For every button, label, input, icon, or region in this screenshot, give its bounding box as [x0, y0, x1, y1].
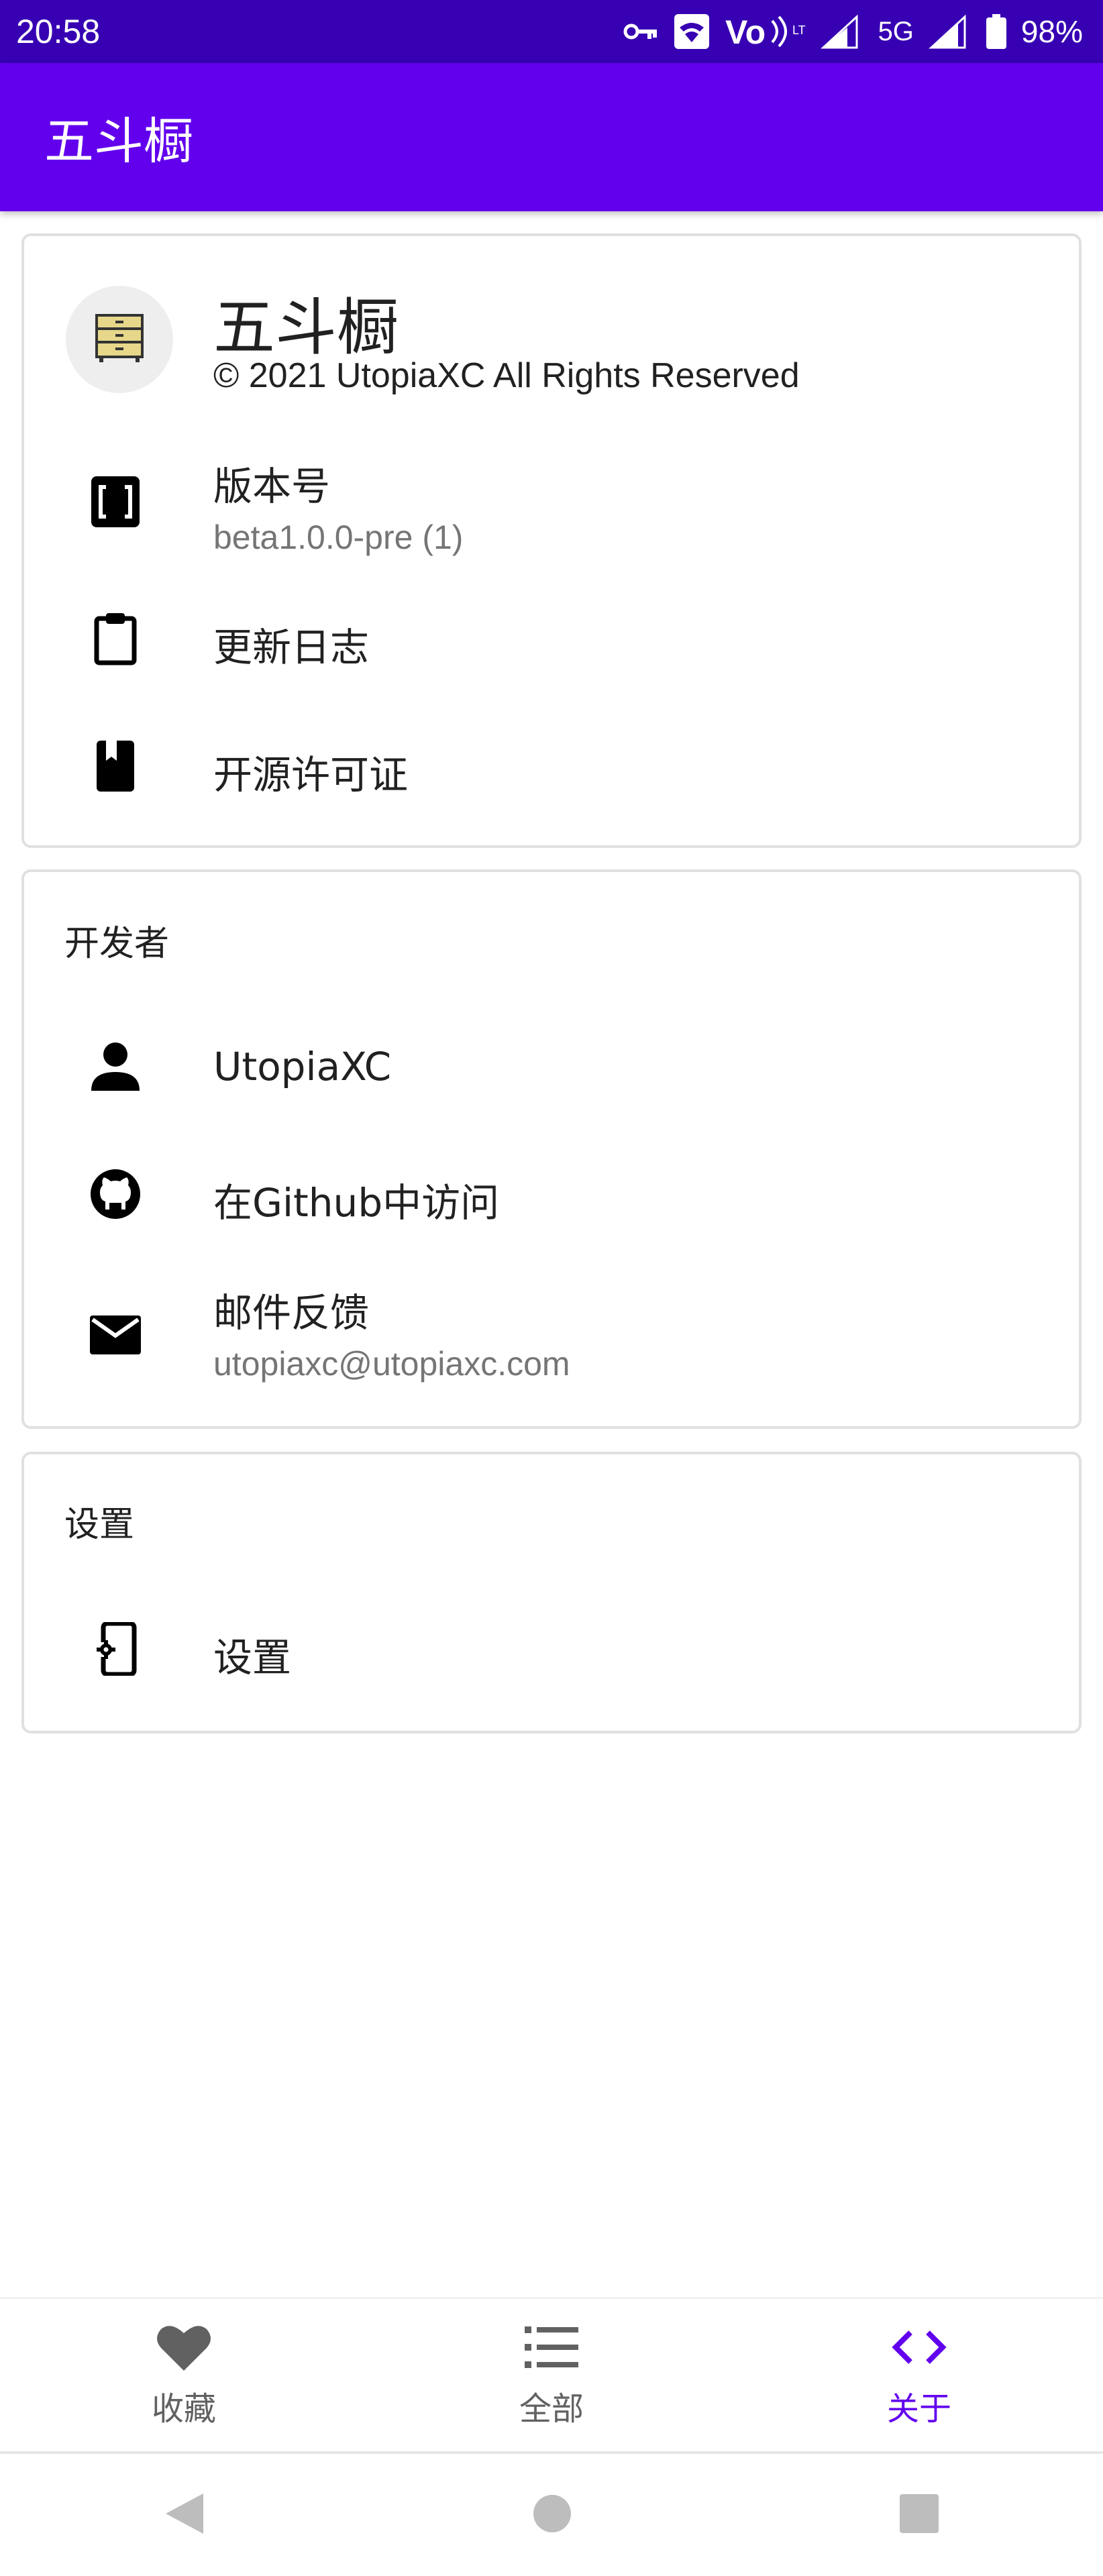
battery-percent: 98% — [1020, 14, 1083, 49]
svg-text:Vo: Vo — [725, 14, 766, 49]
about-card: 五斗橱 © 2021 UtopiaXC All Rights Reserved … — [21, 233, 1082, 848]
developer-name: UtopiaXC — [213, 1044, 392, 1089]
github-label: 在Github中访问 — [213, 1180, 500, 1226]
nav-item-about[interactable]: 关于 — [735, 2299, 1103, 2451]
github-icon — [86, 1165, 145, 1224]
settings-card: 设置 设置 — [21, 1452, 1082, 1733]
status-time: 20:58 — [16, 13, 101, 50]
heart-icon — [154, 2322, 214, 2373]
book-icon — [86, 737, 145, 796]
nav-item-favorites[interactable]: 收藏 — [0, 2299, 368, 2451]
settings-label: 设置 — [213, 1635, 292, 1680]
nav-label-about: 关于 — [886, 2390, 951, 2428]
wifi-icon — [673, 13, 711, 50]
mail-icon — [86, 1305, 145, 1364]
system-navigation-bar — [0, 2451, 1103, 2576]
bottom-navigation: 收藏 全部 关于 — [0, 2297, 1103, 2451]
developer-card: 开发者 UtopiaXC 在Github中访问 邮件反馈 utopiaxc@ut… — [21, 869, 1082, 1429]
screen: 20:58 Vo LTE 5G 98% 五斗橱 — [0, 0, 1103, 2576]
version-row[interactable]: 版本号 beta1.0.0-pre (1) — [24, 435, 1079, 569]
nav-label-favorites: 收藏 — [151, 2390, 216, 2428]
email-row[interactable]: 邮件反馈 utopiaxc@utopiaxc.com — [24, 1268, 1079, 1402]
status-bar: 20:58 Vo LTE 5G 98% — [0, 0, 1103, 63]
recents-icon[interactable] — [898, 2493, 940, 2537]
signal-5g-icon — [929, 14, 971, 49]
code-icon — [889, 2322, 949, 2373]
home-icon[interactable] — [532, 2493, 572, 2536]
battery-icon — [986, 14, 1006, 49]
license-row[interactable]: 开源许可证 — [24, 706, 1079, 826]
email-value: utopiaxc@utopiaxc.com — [213, 1345, 570, 1383]
nav-label-all: 全部 — [519, 2390, 584, 2428]
changelog-row[interactable]: 更新日志 — [24, 578, 1079, 699]
app-name: 五斗橱 — [213, 292, 399, 364]
version-label: 版本号 — [213, 464, 331, 509]
license-label: 开源许可证 — [213, 752, 409, 798]
dresser-icon — [93, 311, 146, 368]
github-row[interactable]: 在Github中访问 — [24, 1134, 1079, 1254]
copyright-text: © 2021 UtopiaXC All Rights Reserved — [213, 356, 800, 395]
app-title: 五斗橱 — [44, 113, 193, 170]
settings-row[interactable]: 设置 — [24, 1589, 1079, 1709]
key-icon — [623, 21, 658, 42]
clipboard-icon — [86, 609, 145, 668]
version-value: beta1.0.0-pre (1) — [213, 519, 464, 556]
email-label: 邮件反馈 — [213, 1290, 370, 1336]
status-icons: Vo LTE 5G 98% — [623, 13, 1083, 50]
app-bar: 五斗橱 — [0, 63, 1103, 211]
svg-text:LTE: LTE — [792, 23, 806, 37]
app-logo — [66, 286, 173, 393]
version-icon — [86, 472, 145, 531]
back-icon[interactable] — [163, 2491, 206, 2539]
signal-icon — [820, 14, 863, 49]
changelog-label: 更新日志 — [213, 625, 370, 670]
developer-header: 开发者 — [64, 924, 170, 964]
developer-row[interactable]: UtopiaXC — [24, 1006, 1079, 1127]
list-icon — [521, 2322, 582, 2373]
network-type-label: 5G — [878, 16, 914, 46]
person-icon — [86, 1037, 145, 1096]
settings-header: 设置 — [64, 1505, 135, 1545]
volte-icon: Vo LTE — [725, 14, 806, 49]
phone-settings-icon — [86, 1619, 145, 1678]
nav-item-all[interactable]: 全部 — [368, 2299, 735, 2451]
